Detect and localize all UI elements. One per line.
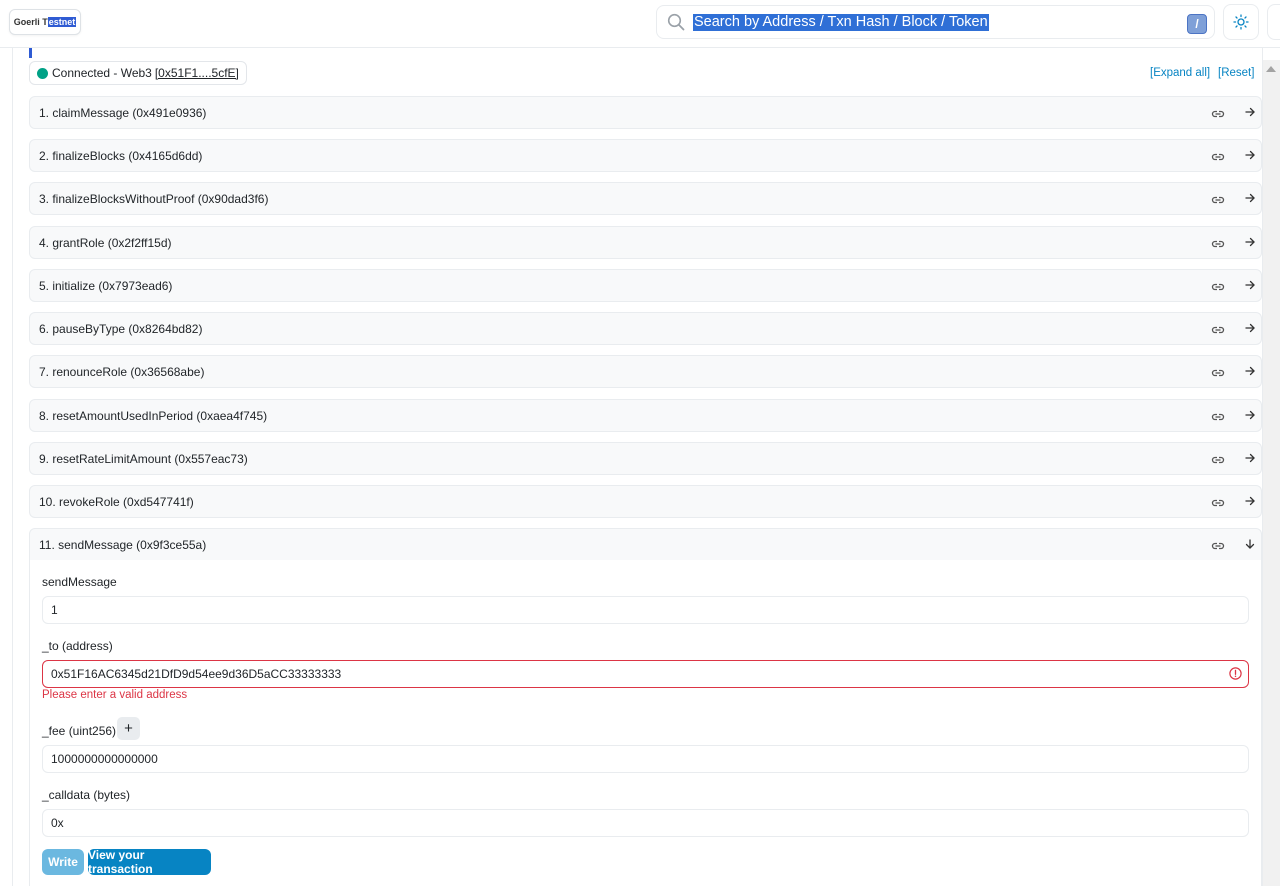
scrollbar[interactable] [1263,60,1280,886]
menu-button[interactable] [1267,4,1280,40]
function-label: 9. resetRateLimitAmount (0x557eac73) [39,452,248,466]
copy-link-icon[interactable] [1211,238,1225,250]
scroll-up-arrow[interactable] [1266,66,1276,72]
copy-link-icon[interactable] [1211,108,1225,120]
write-button[interactable]: Write [42,849,84,875]
function-row-1[interactable]: 1. claimMessage (0x491e0936) [29,96,1262,129]
function-row-4[interactable]: 4. grantRole (0x2f2ff15d) [29,226,1262,259]
fee-add-zeros-button[interactable]: + [117,717,140,740]
function-row-8[interactable]: 8. resetAmountUsedInPeriod (0xaea4f745) [29,399,1262,432]
to-address-label: _to (address) [42,639,113,653]
copy-link-icon[interactable] [1211,194,1225,206]
function-label: 1. claimMessage (0x491e0936) [39,106,207,120]
copy-link-icon[interactable] [1211,497,1225,509]
payable-amount-value: 1 [51,603,58,617]
arrow-right-icon[interactable] [1244,365,1256,377]
payable-amount-input[interactable]: 1 [42,596,1249,624]
top-bar: Goerli Testnet Search by Address / Txn H… [0,0,1280,48]
to-address-input[interactable]: 0x51F16AC6345d21DfD9d54ee9d36D5aCC333333… [42,660,1249,688]
function-label: 2. finalizeBlocks (0x4165d6dd) [39,149,203,163]
function-label: 10. revokeRole (0xd547741f) [39,495,194,509]
fee-value: 1000000000000000 [51,752,158,766]
web3-connection-status[interactable]: Connected - Web3 [0x51F1....5cfE] [29,61,247,85]
copy-link-icon[interactable] [1211,454,1225,466]
calldata-input[interactable]: 0x [42,809,1249,837]
connected-indicator-icon [37,67,48,79]
function-row-6[interactable]: 6. pauseByType (0x8264bd82) [29,312,1262,345]
function-label: 6. pauseByType (0x8264bd82) [39,322,203,336]
network-name-highlight: estnet [47,17,77,27]
to-address-error: Please enter a valid address [42,689,188,701]
search-shortcut-key: / [1187,14,1207,34]
function-label: 3. finalizeBlocksWithoutProof (0x90dad3f… [39,192,269,206]
function-row-2[interactable]: 2. finalizeBlocks (0x4165d6dd) [29,139,1262,172]
connected-address-link[interactable]: [0x51F1....5cfE] [155,66,239,80]
sun-icon [1233,14,1249,30]
arrow-right-icon[interactable] [1244,495,1256,507]
network-badge[interactable]: Goerli Testnet [9,9,81,35]
function-row-3[interactable]: 3. finalizeBlocksWithoutProof (0x90dad3f… [29,182,1262,215]
arrow-right-icon[interactable] [1244,409,1256,421]
copy-link-icon[interactable] [1211,540,1225,552]
function-label: 11. sendMessage (0x9f3ce55a) [39,538,207,552]
search-icon [667,13,685,31]
function-label: 8. resetAmountUsedInPeriod (0xaea4f745) [39,409,268,423]
arrow-right-icon[interactable] [1244,452,1256,464]
arrow-right-icon[interactable] [1244,106,1256,118]
arrow-down-icon[interactable] [1244,538,1256,550]
search-bar[interactable]: Search by Address / Txn Hash / Block / T… [656,5,1215,39]
calldata-label: _calldata (bytes) [42,788,131,802]
arrow-right-icon[interactable] [1244,322,1256,334]
function-row-7[interactable]: 7. renounceRole (0x36568abe) [29,355,1262,388]
copy-link-icon[interactable] [1211,367,1225,379]
theme-toggle-button[interactable] [1223,4,1259,40]
expand-all-link[interactable]: [Expand all] [1150,67,1210,79]
fee-label: _fee (uint256) [42,724,117,738]
function-label: 5. initialize (0x7973ead6) [39,279,173,293]
arrow-right-icon[interactable] [1244,192,1256,204]
function-label: 4. grantRole (0x2f2ff15d) [39,236,172,250]
copy-link-icon[interactable] [1211,151,1225,163]
function-row-10[interactable]: 10. revokeRole (0xd547741f) [29,485,1262,518]
copy-link-icon[interactable] [1211,281,1225,293]
function-row-9[interactable]: 9. resetRateLimitAmount (0x557eac73) [29,442,1262,475]
to-address-value: 0x51F16AC6345d21DfD9d54ee9d36D5aCC333333… [51,667,342,681]
calldata-value: 0x [51,816,64,830]
function-label: 7. renounceRole (0x36568abe) [39,365,205,379]
view-transaction-button[interactable]: View your transaction [88,848,211,876]
function-row-11[interactable]: 11. sendMessage (0x9f3ce55a) [29,528,1262,561]
reset-link[interactable]: [Reset] [1218,67,1254,79]
arrow-right-icon[interactable] [1244,236,1256,248]
payable-amount-label: sendMessage [42,575,117,589]
error-alert-icon [1229,667,1242,680]
copy-link-icon[interactable] [1211,324,1225,336]
arrow-right-icon[interactable] [1244,149,1256,161]
arrow-right-icon[interactable] [1244,279,1256,291]
network-name-prefix: Goerli T [13,17,48,27]
fee-input[interactable]: 1000000000000000 [42,745,1249,773]
copy-link-icon[interactable] [1211,411,1225,423]
search-input[interactable]: Search by Address / Txn Hash / Block / T… [693,14,989,31]
connected-label: Connected - Web3 [52,66,152,80]
function-row-5[interactable]: 5. initialize (0x7973ead6) [29,269,1262,302]
